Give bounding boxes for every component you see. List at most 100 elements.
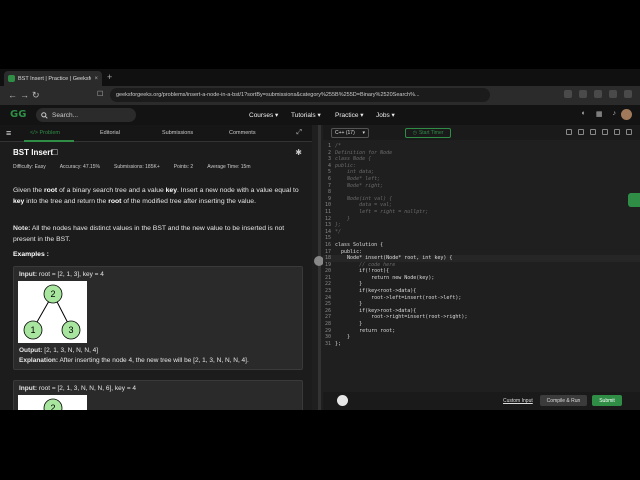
report-bug-icon[interactable]: ✱ — [295, 148, 302, 157]
code-line[interactable]: 1 /* — [323, 143, 640, 150]
code-text: Node* left; — [335, 175, 381, 182]
code-line[interactable]: 23 if(key<root->data){ — [323, 288, 640, 295]
code-line[interactable]: 28 } — [323, 321, 640, 328]
download-icon[interactable] — [609, 90, 617, 98]
compile-run-button[interactable]: Compile & Run — [540, 395, 587, 406]
expand-icon[interactable]: ⤢ — [296, 129, 302, 137]
tab-problem[interactable]: </> Problem — [30, 130, 60, 136]
tab-submissions[interactable]: Submissions — [162, 130, 193, 136]
bookmark-icon[interactable]: ☐ — [97, 90, 103, 100]
language-value: C++ (17) — [335, 130, 355, 136]
menu-icon[interactable] — [624, 90, 632, 98]
code-line[interactable]: 5 int data; — [323, 169, 640, 176]
nav-courses[interactable]: Courses ▾ — [249, 111, 278, 119]
side-widget-icon[interactable] — [628, 193, 640, 207]
code-line[interactable]: 24 root->left=insert(root->left); — [323, 295, 640, 302]
line-number: 13 — [324, 222, 331, 229]
code-line[interactable]: 13}; — [323, 222, 640, 229]
code-line[interactable]: 25 } — [323, 301, 640, 308]
code-line[interactable]: 6 Node* left; — [323, 176, 640, 183]
code-line[interactable]: 12 } — [323, 216, 640, 223]
code-line[interactable]: 20 if(!root){ — [323, 268, 640, 275]
start-timer-button[interactable]: ◷ Start Timer — [405, 128, 451, 138]
forward-icon[interactable]: → — [20, 90, 29, 100]
settings-icon[interactable] — [602, 129, 608, 135]
code-line[interactable]: 16 class Solution { — [323, 242, 640, 249]
tab-comments[interactable]: Comments — [229, 130, 256, 136]
site-header: GG Search... Courses ▾ Tutorials ▾ Pract… — [0, 105, 640, 125]
browser-window: BST Insert | Practice | GeeksforGe × + ←… — [0, 69, 640, 410]
code-text: Node* insert(Node* root, int key) { — [335, 255, 453, 262]
submit-button[interactable]: Submit — [592, 395, 622, 406]
line-number: 14 — [324, 228, 331, 235]
tab-close-icon[interactable]: × — [94, 76, 98, 82]
code-line[interactable]: 29 return root; — [323, 328, 640, 335]
gfg-logo[interactable]: GG — [10, 109, 26, 120]
tree-diagram: 2 1 3 — [23, 284, 81, 340]
line-number: 18 — [324, 255, 331, 262]
code-line[interactable]: 10 data = val; — [323, 202, 640, 209]
line-number: 8 — [327, 189, 331, 196]
code-text: Definition for Node — [335, 149, 393, 156]
code-line[interactable]: 19 // code here — [323, 262, 640, 269]
reload-icon[interactable]: ↻ — [32, 90, 40, 100]
tab-editorial[interactable]: Editorial — [100, 130, 120, 136]
panel-divider[interactable] — [318, 125, 321, 410]
search-box[interactable]: Search... — [36, 108, 136, 122]
code-line[interactable]: 7 Node* right; — [323, 183, 640, 190]
language-select[interactable]: C++ (17) ▾ — [331, 128, 369, 138]
tree-node-label: 2 — [50, 289, 55, 299]
address-bar[interactable]: geeksforgeeks.org/problems/insert-a-node… — [110, 88, 490, 102]
code-line[interactable]: 26 if(key>root->data){ — [323, 308, 640, 315]
new-tab-icon[interactable]: + — [107, 72, 112, 82]
code-line[interactable]: 21 return new Node(key); — [323, 275, 640, 282]
theme-icon[interactable]: ◐ — [582, 110, 586, 118]
custom-input-link[interactable]: Custom Input — [503, 398, 533, 404]
code-line[interactable]: 27 root->right=insert(root->right); — [323, 314, 640, 321]
refresh-icon[interactable] — [590, 129, 596, 135]
apps-icon[interactable]: ▦ — [596, 110, 603, 118]
tree-node-label: 2 — [50, 403, 55, 410]
code-line[interactable]: 9 Node(int val) { — [323, 196, 640, 203]
example-2-tree: 2 — [18, 395, 87, 410]
extension-icon[interactable] — [594, 90, 602, 98]
code-line[interactable]: 31}; — [323, 341, 640, 348]
nav-jobs[interactable]: Jobs ▾ — [376, 111, 395, 119]
line-number: 30 — [324, 334, 331, 341]
browser-tab[interactable]: BST Insert | Practice | GeeksforGe × — [4, 71, 102, 86]
code-line[interactable]: 22 } — [323, 281, 640, 288]
notification-icon[interactable]: ♪ — [613, 110, 617, 118]
code-line[interactable]: 2 Definition for Node — [323, 150, 640, 157]
copy-icon[interactable] — [578, 129, 584, 135]
code-line[interactable]: 15 — [323, 235, 640, 242]
code-line[interactable]: 3 class Node { — [323, 156, 640, 163]
code-line[interactable]: 17 public: — [323, 249, 640, 256]
browser-extension-icons — [564, 90, 632, 98]
extension-icon[interactable] — [579, 90, 587, 98]
code-text: Node(int val) { — [335, 195, 393, 202]
code-editor[interactable]: 1 /* 2 Definition for Node 3 class Node {4 pub… — [323, 143, 640, 347]
bulb-icon[interactable] — [566, 129, 572, 135]
extension-icon[interactable] — [564, 90, 572, 98]
user-avatar[interactable] — [621, 109, 632, 120]
code-line[interactable]: 30 } — [323, 334, 640, 341]
code-line[interactable]: 8 — [323, 189, 640, 196]
more-icon[interactable] — [626, 129, 632, 135]
code-line[interactable]: 11 left = right = nullptr; — [323, 209, 640, 216]
example-1-tree: 2 1 3 — [18, 281, 87, 343]
code-line[interactable]: 18 Node* insert(Node* root, int key) { — [323, 255, 640, 262]
back-icon[interactable]: ← — [8, 90, 17, 100]
code-text: */ — [335, 228, 342, 235]
line-number: 6 — [327, 175, 331, 182]
bookmark-problem-icon[interactable]: ☐ — [51, 148, 58, 157]
code-text: if(!root){ — [335, 268, 390, 275]
search-placeholder: Search... — [52, 111, 79, 119]
hamburger-icon[interactable]: ≡ — [6, 129, 11, 138]
hint-icon[interactable] — [337, 395, 348, 406]
fullscreen-icon[interactable] — [614, 129, 620, 135]
nav-tutorials[interactable]: Tutorials ▾ — [291, 111, 321, 119]
nav-practice[interactable]: Practice ▾ — [335, 111, 364, 119]
code-line[interactable]: 4 public: — [323, 163, 640, 170]
start-timer-label: Start Timer — [418, 130, 444, 136]
code-line[interactable]: 14 */ — [323, 229, 640, 236]
